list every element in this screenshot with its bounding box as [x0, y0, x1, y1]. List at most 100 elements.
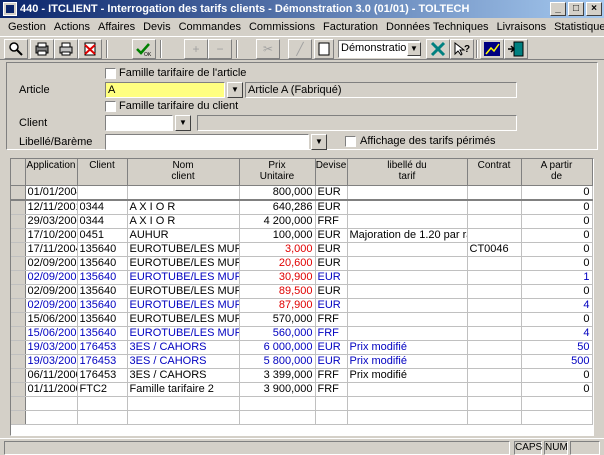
- filter-panel: Famille tarifaire de l'article Article A…: [6, 62, 598, 150]
- blank-doc-icon[interactable]: [314, 39, 334, 59]
- menu-commandes[interactable]: Commandes: [175, 21, 245, 33]
- col-header-application[interactable]: Application: [25, 159, 78, 186]
- table-row[interactable]: 02/09/2002135640EUROTUBE/LES MUREAU89,50…: [11, 284, 593, 299]
- col-header-prix-unitaire[interactable]: Prix Unitaire: [239, 159, 316, 186]
- caps-indicator: CAPS: [514, 441, 543, 455]
- table-row[interactable]: 17/11/2004135640EUROTUBE/LES MUREAU3,000…: [11, 242, 593, 257]
- maximize-button[interactable]: □: [568, 2, 584, 16]
- table-row[interactable]: 19/03/20021764533ES / CAHORS5 800,000EUR…: [11, 354, 593, 369]
- table-row[interactable]: 29/03/20000344A X I O R4 200,000FRF 0: [11, 214, 593, 229]
- row-header[interactable]: [11, 312, 26, 327]
- row-header[interactable]: [11, 214, 26, 229]
- row-header[interactable]: [11, 382, 26, 397]
- search-icon[interactable]: [4, 39, 28, 59]
- close-button[interactable]: ×: [586, 2, 602, 16]
- row-header[interactable]: [11, 228, 26, 243]
- col-header-contrat[interactable]: Contrat: [467, 159, 522, 186]
- menu-livraisons[interactable]: Livraisons: [493, 21, 551, 33]
- col-header-a-partir[interactable]: A partir de: [521, 159, 593, 186]
- window-title: 440 - ITCLIENT - Interrogation des tarif…: [20, 3, 470, 15]
- menu-actions[interactable]: Actions: [50, 21, 94, 33]
- table-row[interactable]: 01/11/2000 FTC2 Famille tarifaire 23 900,0…: [11, 382, 593, 397]
- svg-text:OK: OK: [144, 52, 152, 57]
- menu-gestion[interactable]: Gestion: [4, 21, 50, 33]
- libelle-field[interactable]: [105, 134, 309, 150]
- famille-client-checkbox[interactable]: [105, 101, 116, 112]
- cell-nom-client: EUROTUBE/LES MUREAU: [127, 312, 240, 327]
- row-header[interactable]: [11, 284, 26, 299]
- menu-devis[interactable]: Devis: [139, 21, 175, 33]
- col-header-libelle[interactable]: libellé du tarif: [347, 159, 468, 186]
- table-row[interactable]: 19/03/20021764533ES / CAHORS6 000,000EUR…: [11, 340, 593, 355]
- table-row[interactable]: 17/10/20010451AUHUR100,000EURMajoration …: [11, 228, 593, 243]
- cell-nom-client: EUROTUBE/LES MUREAU: [127, 270, 240, 285]
- client-lookup-button[interactable]: ▼: [175, 115, 191, 131]
- minimize-button[interactable]: _: [550, 2, 566, 16]
- row-header[interactable]: [11, 185, 26, 201]
- table-row[interactable]: 15/06/2001135640EUROTUBE/LES MUREAU570,0…: [11, 312, 593, 327]
- table-row[interactable]: 01/01/2004 800,000EUR 0: [11, 185, 593, 201]
- cell-contrat: [467, 298, 522, 313]
- table-row[interactable]: 12/11/2001 0344 A X I O R 640,286 EUR 0: [11, 199, 593, 215]
- ok-check-icon[interactable]: OK: [132, 39, 156, 59]
- cell-libelle: Majoration de 1.20 par rapport: [347, 228, 468, 243]
- menu-bar: Gestion Actions Affaires Devis Commandes…: [0, 18, 604, 36]
- row-header[interactable]: [11, 270, 26, 285]
- app-icon[interactable]: [3, 2, 17, 16]
- tools-icon[interactable]: [426, 39, 450, 59]
- libelle-lookup-button[interactable]: ▼: [311, 134, 327, 150]
- row-header[interactable]: [11, 298, 26, 313]
- row-header[interactable]: [11, 242, 26, 257]
- article-code-field[interactable]: A: [105, 82, 225, 98]
- cell-libelle: [347, 326, 468, 341]
- menu-donnees-techniques[interactable]: Données Techniques: [382, 21, 493, 33]
- row-header[interactable]: [11, 256, 26, 271]
- row-header[interactable]: [11, 354, 26, 369]
- row-header[interactable]: [11, 410, 26, 425]
- row-header[interactable]: [11, 326, 26, 341]
- cell-libelle: [347, 298, 468, 313]
- empty-row[interactable]: [11, 410, 593, 425]
- col-header-devise[interactable]: Devise: [315, 159, 348, 186]
- famille-article-checkbox[interactable]: [105, 68, 116, 79]
- cell-devise: FRF: [315, 368, 348, 383]
- menu-commissions[interactable]: Commissions: [245, 21, 319, 33]
- add-icon[interactable]: +: [184, 39, 208, 59]
- client-code-field[interactable]: [105, 115, 173, 131]
- remove-icon[interactable]: −: [208, 39, 232, 59]
- cell-client: 0344: [77, 214, 128, 229]
- table-row[interactable]: 06/11/2000 176453 3ES / CAHORS 3 399,000 FRF…: [11, 368, 593, 383]
- table-row[interactable]: 02/09/2002135640EUROTUBE/LES MUREAU30,90…: [11, 270, 593, 285]
- col-header-nom-client[interactable]: Nom client: [127, 159, 240, 186]
- menu-facturation[interactable]: Facturation: [319, 21, 382, 33]
- empty-cell: [467, 396, 522, 411]
- row-header[interactable]: [11, 199, 26, 215]
- scissors-icon[interactable]: ✂: [256, 39, 280, 59]
- cell-client: 176453: [77, 354, 128, 369]
- pencil-icon[interactable]: ╱: [288, 39, 312, 59]
- col-header-client[interactable]: Client: [77, 159, 128, 186]
- row-header[interactable]: [11, 340, 26, 355]
- title-bar[interactable]: 440 - ITCLIENT - Interrogation des tarif…: [0, 0, 604, 18]
- table-row[interactable]: 02/09/2002135640EUROTUBE/LES MUREAU20,60…: [11, 256, 593, 271]
- status-message: [4, 441, 510, 455]
- menu-affaires[interactable]: Affaires: [94, 21, 139, 33]
- tarifs-grid[interactable]: Application Client Nom client Prix Unita…: [10, 158, 594, 436]
- print-preview-icon[interactable]: [30, 39, 54, 59]
- empty-row[interactable]: [11, 396, 593, 411]
- table-row[interactable]: 15/06/2001135640EUROTUBE/LES MUREAU560,0…: [11, 326, 593, 341]
- table-row[interactable]: 02/09/2002135640EUROTUBE/LES MUREAU87,90…: [11, 298, 593, 313]
- article-lookup-button[interactable]: ▼: [227, 82, 243, 98]
- row-header[interactable]: [11, 368, 26, 383]
- perimes-checkbox[interactable]: [345, 136, 356, 147]
- empty-cell: [239, 396, 316, 411]
- chart-icon[interactable]: [480, 39, 504, 59]
- row-header[interactable]: [11, 396, 26, 411]
- exit-door-icon[interactable]: [504, 39, 528, 59]
- printer-icon[interactable]: [54, 39, 78, 59]
- cancel-doc-icon[interactable]: [78, 39, 102, 59]
- chevron-down-icon[interactable]: ▼: [407, 42, 421, 56]
- menu-statistiques[interactable]: Statistiques: [550, 21, 604, 33]
- help-cursor-icon[interactable]: ?: [450, 39, 474, 59]
- corner-header: [11, 159, 26, 186]
